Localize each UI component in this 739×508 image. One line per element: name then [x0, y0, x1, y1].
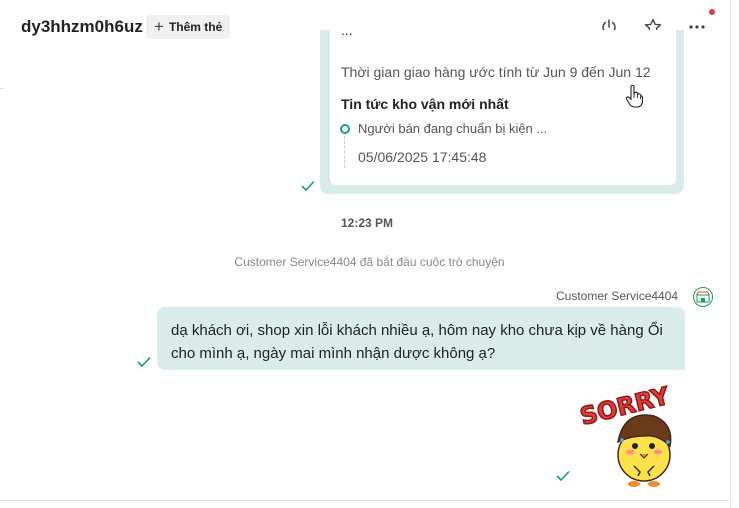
panel-border [730, 0, 731, 508]
sent-check-icon [137, 357, 151, 367]
timeline-line [344, 136, 345, 168]
agent-name: Customer Service4404 [556, 289, 679, 303]
conversation-title: dy3hhzm0h6uz [21, 17, 143, 36]
logistics-item: Người bán đang chuẩn bị kiện ... [358, 121, 548, 136]
order-card-partial-text: ... [341, 30, 353, 38]
sent-check-icon [301, 181, 315, 191]
add-tag-label: Thêm thẻ [168, 20, 223, 34]
shop-icon [696, 291, 710, 303]
sorry-sticker: SORRY [578, 381, 673, 487]
logistics-title: Tin tức kho vận mới nhất [341, 96, 509, 112]
hand-cursor-icon [625, 84, 643, 108]
input-divider [0, 500, 730, 501]
agent-message-bubble: dạ khách ơi, shop xin lỗi khách nhiều ạ,… [157, 307, 685, 370]
timeline-dot-icon [340, 124, 350, 134]
notification-dot [709, 9, 715, 15]
system-message: Customer Service4404 đã bắt đầu cuộc trò… [234, 255, 505, 269]
delivery-estimate: Thời gian giao hàng ước tính từ Jun 9 đế… [341, 64, 651, 80]
more-icon[interactable] [687, 17, 707, 37]
sent-check-icon [556, 471, 570, 481]
divider [0, 88, 4, 89]
logistics-time: 05/06/2025 17:45:48 [358, 149, 487, 165]
plus-icon: + [154, 17, 164, 36]
message-time: 12:23 PM [341, 216, 394, 230]
avatar [693, 287, 713, 307]
add-tag-button[interactable]: + Thêm thẻ [146, 15, 231, 39]
